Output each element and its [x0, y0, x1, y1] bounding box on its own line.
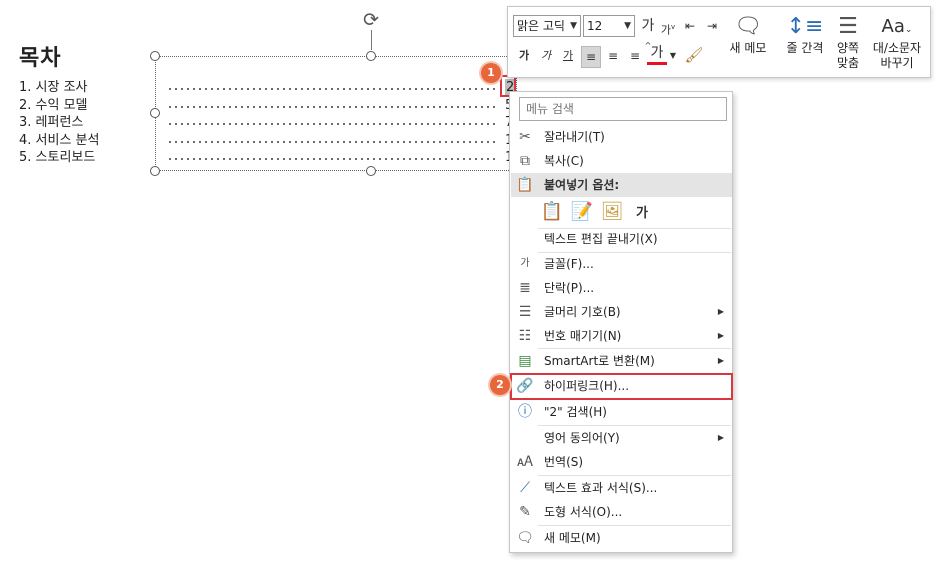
submenu-arrow-icon: ▶ — [717, 356, 724, 365]
resize-handle[interactable] — [366, 51, 376, 61]
resize-handle[interactable] — [366, 166, 376, 176]
new-comment-button[interactable]: 🗨 새 메모 — [726, 13, 770, 56]
menu-item-bullets[interactable]: ☰ 글머리 기호(B) ▶ — [511, 300, 732, 324]
align-center-icon[interactable]: ≡ — [603, 46, 623, 66]
menu-item-copy[interactable]: ⧉ 복사(C) — [511, 149, 732, 173]
submenu-arrow-icon: ▶ — [717, 433, 724, 442]
menu-item-synonyms[interactable]: 영어 동의어(Y) ▶ — [511, 426, 732, 450]
numbered-list-icon: ☷ — [518, 328, 532, 344]
resize-handle[interactable] — [150, 108, 160, 118]
menu-item-exit-text-edit[interactable]: 텍스트 편집 끝내기(X) — [511, 227, 732, 251]
toc-item[interactable]: 1. 시장 조사 — [19, 79, 99, 97]
menu-item-translate[interactable]: 🗚 번역(S) — [511, 450, 732, 474]
shape-format-icon: ✎ — [519, 504, 531, 520]
justify-icon: ☰ — [838, 14, 858, 39]
scissors-icon: ✂ — [519, 129, 531, 145]
hyperlink-highlight — [510, 373, 733, 400]
menu-item-shape-format[interactable]: ✎ 도형 서식(O)... — [511, 500, 732, 524]
font-color-button[interactable]: 가 — [647, 44, 667, 65]
chevron-down-icon: ▼ — [570, 21, 577, 31]
change-case-icon: Aa⌄ — [881, 16, 913, 37]
justify-button[interactable]: ☰ 양쪽 맞춤 — [832, 13, 864, 71]
menu-item-text-effects[interactable]: ⟋ 텍스트 효과 서식(S)... — [511, 476, 732, 500]
submenu-arrow-icon: ▶ — [717, 307, 724, 316]
resize-handle[interactable] — [150, 51, 160, 61]
menu-item-new-comment[interactable]: 🗨 새 메모(M) — [511, 526, 732, 550]
toc-item[interactable]: 3. 레퍼런스 — [19, 114, 99, 132]
menu-item-font[interactable]: 가 글꼴(F)... — [511, 252, 732, 276]
decrease-indent-icon[interactable]: ⇤ — [680, 16, 700, 36]
change-case-button[interactable]: Aa⌄ 대/소문자 바꾸기 — [866, 13, 928, 71]
font-size-value: 12 — [587, 19, 603, 33]
menu-item-paragraph[interactable]: ≣ 단락(P)... — [511, 276, 732, 300]
paste-keep-source-icon[interactable]: 📋 — [540, 199, 564, 225]
smartart-icon: ▤ — [518, 353, 532, 369]
translate-icon: 🗚 — [517, 454, 533, 470]
shrink-font-button[interactable]: 가v — [659, 17, 677, 41]
toc-item[interactable]: 4. 서비스 분석 — [19, 132, 99, 150]
paste-picture-icon[interactable]: 🖼 — [600, 199, 624, 225]
font-icon: 가 — [520, 258, 530, 269]
copy-icon: ⧉ — [520, 153, 530, 169]
chevron-down-icon[interactable]: ▼ — [668, 46, 678, 66]
toc-list[interactable]: 1. 시장 조사 2. 수익 모델 3. 레퍼런스 4. 서비스 분석 5. 스… — [19, 79, 99, 167]
comment-icon: 🗨 — [516, 530, 534, 546]
dot-leaders — [167, 79, 503, 167]
align-right-icon[interactable]: ≡ — [625, 46, 645, 66]
menu-item-search[interactable]: ⓘ "2" 검색(H) — [511, 400, 732, 424]
font-name-value: 맑은 고딕 — [517, 19, 565, 33]
paste-merge-format-icon[interactable]: 📝 — [570, 199, 594, 225]
paste-text-only-icon[interactable]: 가 — [630, 201, 654, 227]
text-effects-icon: ⟋ — [520, 480, 530, 496]
underline-button[interactable]: 가 — [559, 46, 577, 66]
smart-lookup-icon: ⓘ — [518, 404, 532, 420]
menu-item-numbering[interactable]: ☷ 번호 매기기(N) ▶ — [511, 324, 732, 348]
format-painter-icon[interactable]: 🖌 — [684, 45, 704, 65]
font-size-combo[interactable]: 12 ▼ — [583, 15, 635, 37]
rotate-handle-icon[interactable]: ⟳ — [361, 10, 381, 30]
menu-item-cut[interactable]: ✂ 잘라내기(T) — [511, 125, 732, 149]
bullet-list-icon: ☰ — [518, 304, 532, 320]
step-badge-1: 1 — [481, 63, 501, 83]
mini-toolbar: 맑은 고딕 ▼ 12 ▼ 가^ 가v ⇤ ⇥ 가 가 가 ≡ ≡ ≡ 가 ▼ 🖌… — [507, 6, 931, 78]
align-left-icon[interactable]: ≡ — [581, 46, 601, 68]
step-badge-2: 2 — [490, 375, 510, 395]
bold-button[interactable]: 가 — [515, 46, 533, 66]
toc-item[interactable]: 2. 수익 모델 — [19, 97, 99, 115]
resize-handle[interactable] — [150, 166, 160, 176]
chevron-down-icon: ▼ — [624, 21, 631, 31]
increase-indent-icon[interactable]: ⇥ — [702, 16, 722, 36]
rotate-connector — [371, 30, 372, 50]
submenu-arrow-icon: ▶ — [717, 331, 724, 340]
paste-options-row: 📋 📝 🖼 가 — [540, 199, 660, 227]
italic-button[interactable]: 가 — [537, 46, 555, 66]
font-name-combo[interactable]: 맑은 고딕 ▼ — [513, 15, 581, 37]
line-spacing-icon: ↕≡ — [786, 14, 824, 39]
menu-search-input[interactable] — [519, 97, 727, 121]
menu-item-smartart[interactable]: ▤ SmartArt로 변환(M) ▶ — [511, 349, 732, 373]
toc-item[interactable]: 5. 스토리보드 — [19, 149, 99, 167]
slide-title[interactable]: 목차 — [19, 40, 61, 72]
paragraph-icon: ≣ — [519, 280, 531, 296]
menu-heading-paste-options: 📋 붙여넣기 옵션: — [511, 173, 732, 197]
context-menu: ✂ 잘라내기(T) ⧉ 복사(C) 📋 붙여넣기 옵션: 📋📝🖼가 텍스트 편집… — [509, 91, 733, 553]
paste-icon: 📋 — [516, 177, 534, 193]
line-spacing-button[interactable]: ↕≡ 줄 간격 — [780, 13, 830, 56]
comment-add-icon: 🗨 — [734, 14, 762, 39]
